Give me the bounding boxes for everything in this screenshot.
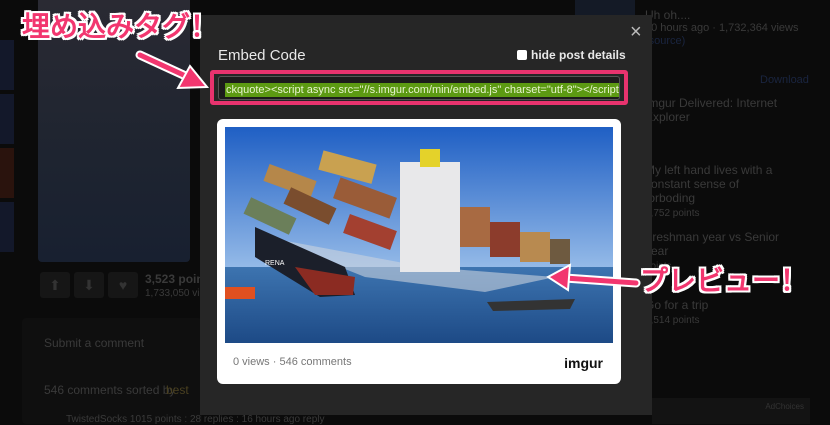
annotation-arrows xyxy=(135,50,641,292)
arrow-icon xyxy=(135,50,641,288)
